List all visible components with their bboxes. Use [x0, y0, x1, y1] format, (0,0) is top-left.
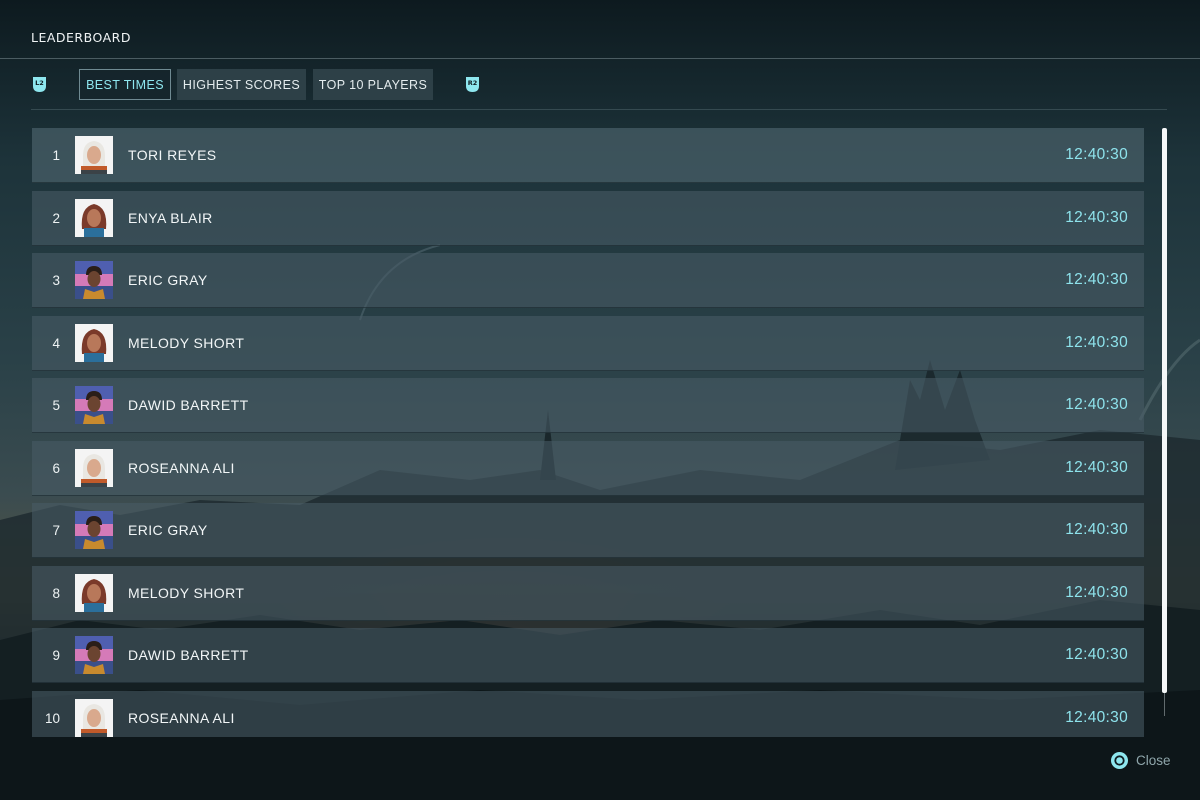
player-time: 12:40:30 [1065, 584, 1128, 601]
tab-highest-scores[interactable]: HIGHEST SCORES [177, 69, 306, 100]
leaderboard-row[interactable]: 5 DAWID BARRETT 12:40:30 [32, 378, 1144, 433]
player-name: MELODY SHORT [128, 335, 245, 351]
r2-shoulder-icon[interactable]: R2 [464, 76, 481, 93]
close-label: Close [1136, 752, 1171, 768]
player-time: 12:40:30 [1065, 271, 1128, 288]
player-time: 12:40:30 [1065, 709, 1128, 726]
l2-label: L2 [35, 79, 44, 87]
tabs-divider [31, 109, 1167, 110]
red-hair-avatar [75, 324, 113, 362]
white-hair-avatar [75, 449, 113, 487]
player-name: MELODY SHORT [128, 585, 245, 601]
rank-number: 4 [52, 335, 60, 351]
dark-hair-avatar [75, 636, 113, 674]
rank-number: 1 [52, 147, 60, 163]
scrollbar-thumb[interactable] [1162, 128, 1167, 693]
leaderboard-list[interactable]: 1 TORI REYES 12:40:30 2 ENYA BLAIR 12:40… [32, 128, 1144, 737]
close-button[interactable]: Close [1111, 750, 1171, 770]
player-name: ENYA BLAIR [128, 210, 213, 226]
player-name: ROSEANNA ALI [128, 710, 235, 726]
rank-number: 5 [52, 397, 60, 413]
leaderboard-row[interactable]: 8 MELODY SHORT 12:40:30 [32, 566, 1144, 621]
circle-button-icon [1111, 751, 1128, 769]
header-divider [0, 58, 1200, 59]
player-time: 12:40:30 [1065, 646, 1128, 663]
red-hair-avatar [75, 199, 113, 237]
leaderboard-row[interactable]: 6 ROSEANNA ALI 12:40:30 [32, 441, 1144, 496]
player-name: ROSEANNA ALI [128, 460, 235, 476]
player-name: DAWID BARRETT [128, 647, 249, 663]
tab-top-10-players[interactable]: TOP 10 PLAYERS [313, 69, 433, 100]
player-time: 12:40:30 [1065, 521, 1128, 538]
player-time: 12:40:30 [1065, 459, 1128, 476]
player-time: 12:40:30 [1065, 146, 1128, 163]
rank-number: 10 [44, 710, 60, 726]
leaderboard-row[interactable]: 10 ROSEANNA ALI 12:40:30 [32, 691, 1144, 737]
dark-hair-avatar [75, 511, 113, 549]
player-name: ERIC GRAY [128, 522, 208, 538]
player-name: DAWID BARRETT [128, 397, 249, 413]
rank-number: 3 [52, 272, 60, 288]
rank-number: 8 [52, 585, 60, 601]
rank-number: 2 [52, 210, 60, 226]
rank-number: 6 [52, 460, 60, 476]
leaderboard-row[interactable]: 7 ERIC GRAY 12:40:30 [32, 503, 1144, 558]
page-title: LEADERBOARD [31, 30, 131, 45]
dark-hair-avatar [75, 386, 113, 424]
rank-number: 7 [52, 522, 60, 538]
red-hair-avatar [75, 574, 113, 612]
leaderboard-row[interactable]: 9 DAWID BARRETT 12:40:30 [32, 628, 1144, 683]
leaderboard-row[interactable]: 3 ERIC GRAY 12:40:30 [32, 253, 1144, 308]
leaderboard-row[interactable]: 4 MELODY SHORT 12:40:30 [32, 316, 1144, 371]
player-time: 12:40:30 [1065, 209, 1128, 226]
dark-hair-avatar [75, 261, 113, 299]
rank-number: 9 [52, 647, 60, 663]
white-hair-avatar [75, 699, 113, 737]
l2-shoulder-icon[interactable]: L2 [31, 76, 48, 93]
r2-label: R2 [468, 79, 478, 87]
player-name: ERIC GRAY [128, 272, 208, 288]
player-time: 12:40:30 [1065, 396, 1128, 413]
leaderboard-row[interactable]: 1 TORI REYES 12:40:30 [32, 128, 1144, 183]
player-name: TORI REYES [128, 147, 217, 163]
white-hair-avatar [75, 136, 113, 174]
tab-best-times[interactable]: BEST TIMES [79, 69, 171, 100]
leaderboard-row[interactable]: 2 ENYA BLAIR 12:40:30 [32, 191, 1144, 246]
player-time: 12:40:30 [1065, 334, 1128, 351]
